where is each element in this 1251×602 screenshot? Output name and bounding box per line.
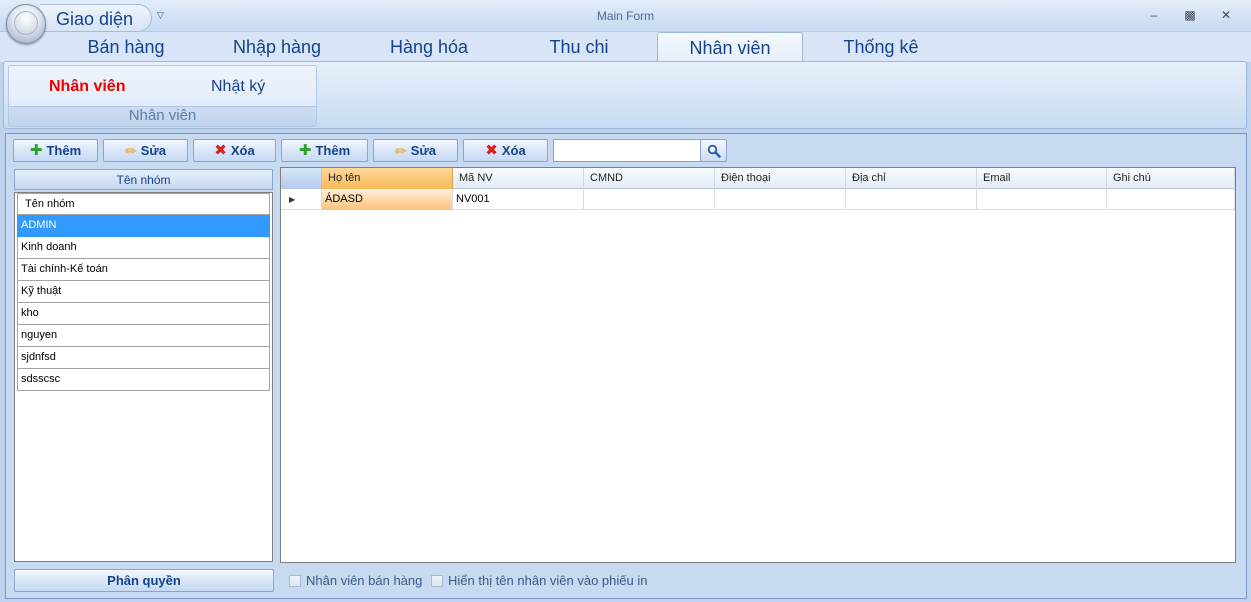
show-name-checkbox[interactable]: Hiển thị tên nhân viên vào phiếu in: [431, 573, 647, 588]
tab-thong-ke[interactable]: Thống kê: [826, 32, 936, 62]
sales-staff-checkbox[interactable]: Nhân viên bán hàng: [289, 573, 422, 588]
pencil-icon: ✏: [124, 142, 137, 159]
tab-hang-hoa[interactable]: Hàng hóa: [375, 32, 483, 62]
cell-dia-chi[interactable]: [846, 189, 977, 210]
delete-icon: ✖: [214, 142, 227, 159]
ribbon-tabs: Bán hàng Nhập hàng Hàng hóa Thu chi Nhân…: [0, 32, 1251, 63]
edit-group-button[interactable]: ✏ Sửa: [103, 139, 188, 162]
employee-grid[interactable]: Họ tên Mã NV CMND Điện thoại Địa chỉ Ema…: [280, 167, 1236, 563]
column-cmnd[interactable]: CMND: [584, 168, 715, 189]
group-item-admin[interactable]: ADMIN: [17, 215, 270, 237]
delete-icon: ✖: [485, 142, 498, 159]
cell-ma-nv[interactable]: NV001: [453, 189, 584, 210]
cell-dien-thoai[interactable]: [715, 189, 846, 210]
window-title: Main Form: [596, 9, 655, 23]
orb-icon: [14, 11, 38, 35]
column-dien-thoai[interactable]: Điện thoại: [715, 168, 846, 189]
plus-icon: ✚: [298, 142, 312, 159]
column-ghi-chu[interactable]: Ghi chú: [1107, 168, 1235, 189]
pencil-icon: ✏: [394, 142, 407, 159]
group-item[interactable]: nguyen: [17, 325, 270, 347]
group-list-header-item[interactable]: Tên nhóm: [17, 193, 270, 215]
delete-group-label: Xóa: [230, 143, 255, 158]
grid-header: Họ tên Mã NV CMND Điện thoại Địa chỉ Ema…: [281, 168, 1235, 189]
edit-group-label: Sửa: [140, 143, 167, 158]
app-orb-button[interactable]: [6, 4, 46, 44]
row-indicator-icon: ▶: [281, 189, 322, 210]
search-input[interactable]: [553, 139, 701, 162]
group-list[interactable]: Tên nhóm ADMIN Kinh doanh Tài chính-Kế t…: [14, 192, 273, 562]
add-employee-label: Thêm: [315, 143, 351, 158]
delete-employee-button[interactable]: ✖ Xóa: [463, 139, 548, 162]
search-icon: [707, 144, 721, 158]
ribbon-item-nhat-ky[interactable]: Nhật ký: [211, 78, 265, 96]
tab-thu-chi[interactable]: Thu chi: [530, 32, 628, 62]
close-button[interactable]: ✕: [1215, 6, 1237, 24]
cell-ho-ten[interactable]: ÁDASD: [322, 189, 453, 210]
add-group-button[interactable]: ✚ Thêm: [13, 139, 98, 162]
table-row[interactable]: ▶ ÁDASD NV001: [281, 189, 1235, 210]
delete-employee-label: Xóa: [501, 143, 526, 158]
group-panel: Tên nhóm Tên nhóm ADMIN Kinh doanh Tài c…: [14, 169, 273, 563]
add-employee-button[interactable]: ✚ Thêm: [281, 139, 368, 162]
cell-cmnd[interactable]: [584, 189, 715, 210]
tab-nhan-vien[interactable]: Nhân viên: [657, 32, 803, 63]
title-bar: Giao diện ▽ Main Form – ▩ ✕: [0, 0, 1251, 44]
group-item[interactable]: kho: [17, 303, 270, 325]
column-dia-chi[interactable]: Địa chỉ: [846, 168, 977, 189]
edit-employee-button[interactable]: ✏ Sửa: [373, 139, 458, 162]
show-name-label: Hiển thị tên nhân viên vào phiếu in: [448, 573, 648, 588]
edit-employee-label: Sửa: [410, 143, 437, 158]
group-item[interactable]: sdsscsc: [17, 369, 270, 391]
sales-staff-label: Nhân viên bán hàng: [306, 573, 423, 588]
tab-ban-hang[interactable]: Bán hàng: [70, 32, 182, 62]
cell-ghi-chu[interactable]: [1107, 189, 1235, 210]
permission-button[interactable]: Phân quyền: [14, 569, 274, 592]
checkbox-icon[interactable]: [431, 574, 443, 587]
column-email[interactable]: Email: [977, 168, 1107, 189]
plus-icon: ✚: [29, 142, 43, 159]
grid-corner[interactable]: [281, 168, 322, 189]
ribbon-item-nhan-vien[interactable]: Nhân viên: [49, 78, 125, 96]
cell-email[interactable]: [977, 189, 1107, 210]
column-ho-ten[interactable]: Họ tên: [322, 168, 453, 189]
ribbon-group-label: Nhân viên: [9, 106, 316, 126]
maximize-button[interactable]: ▩: [1179, 6, 1201, 24]
column-ma-nv[interactable]: Mã NV: [453, 168, 584, 189]
group-panel-header: Tên nhóm: [14, 169, 273, 190]
group-item[interactable]: sjdnfsd: [17, 347, 270, 369]
tab-nhap-hang[interactable]: Nhập hàng: [218, 32, 336, 62]
group-item[interactable]: Tài chính-Kế toán: [17, 259, 270, 281]
search-button[interactable]: [700, 139, 727, 162]
delete-group-button[interactable]: ✖ Xóa: [193, 139, 276, 162]
add-group-label: Thêm: [46, 143, 82, 158]
ribbon-group-nhan-vien: Nhân viên Nhật ký Nhân viên: [8, 65, 317, 127]
minimize-button[interactable]: –: [1143, 6, 1165, 24]
group-item[interactable]: Kỹ thuật: [17, 281, 270, 303]
checkbox-icon[interactable]: [289, 574, 301, 587]
group-item[interactable]: Kinh doanh: [17, 237, 270, 259]
content-area: ✚ Thêm ✏ Sửa ✖ Xóa ✚ Thêm ✏ Sửa ✖ Xóa Tê…: [5, 133, 1247, 599]
ribbon-panel: Nhân viên Nhật ký Nhân viên: [3, 61, 1247, 129]
